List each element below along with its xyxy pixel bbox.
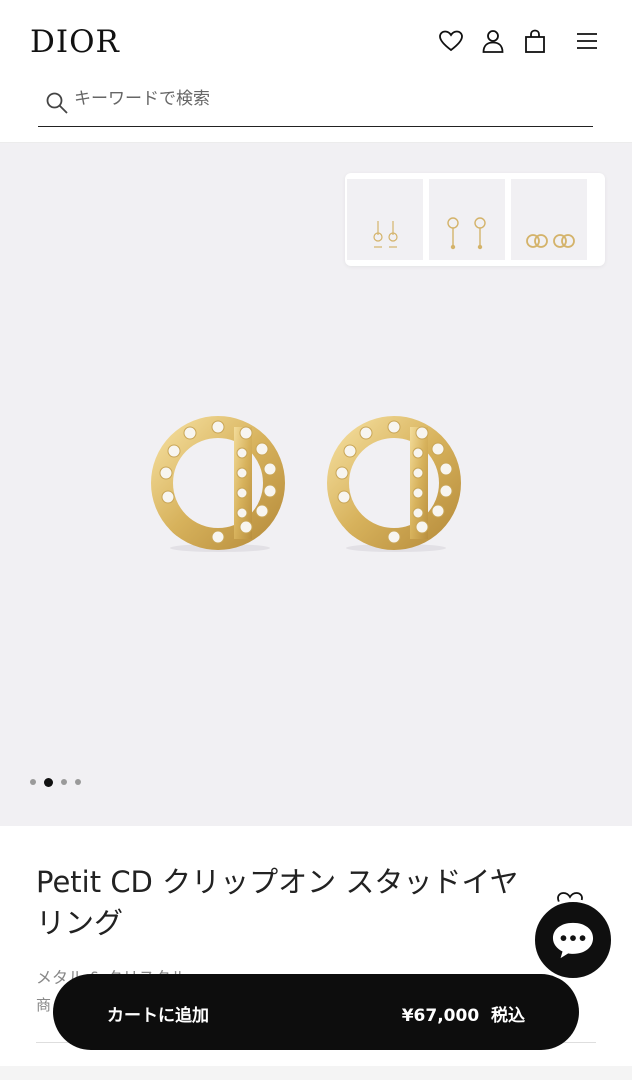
product-earrings-image [151,416,461,552]
thumbnail-strip [345,173,605,266]
shopping-bag-icon[interactable] [522,28,548,54]
user-icon[interactable] [480,28,506,54]
carousel-dot-3[interactable] [61,779,67,785]
carousel-dot-4[interactable] [75,779,81,785]
chat-bubble-icon [552,922,594,959]
dior-logo[interactable]: DIOR [30,24,120,60]
thumbnail-2[interactable] [429,179,505,260]
heart-icon[interactable] [438,28,464,54]
price-label: ¥67,000 税込 [402,1001,525,1026]
product-item-number: 商 [36,996,52,1014]
product-image-gallery[interactable] [0,143,632,826]
add-to-cart-button[interactable]: カートに追加 ¥67,000 税込 [53,974,579,1050]
chat-button[interactable] [532,899,614,981]
thumbnail-3[interactable] [511,179,587,260]
carousel-dot-2[interactable] [44,777,53,787]
bottom-bar [0,1066,632,1080]
search-bar [38,82,593,127]
search-input[interactable] [74,84,574,114]
tax-label: 税込 [491,1006,525,1026]
search-icon[interactable] [44,90,70,116]
menu-icon[interactable] [574,28,600,54]
add-to-cart-label: カートに追加 [107,1006,209,1026]
header: DIOR [0,0,632,143]
price-value: ¥67,000 [401,1006,480,1026]
carousel-dot-1[interactable] [30,779,36,785]
carousel-dots [30,777,81,787]
product-title: Petit CD クリップオン スタッドイヤリング [36,865,519,940]
thumbnail-1[interactable] [347,179,423,260]
